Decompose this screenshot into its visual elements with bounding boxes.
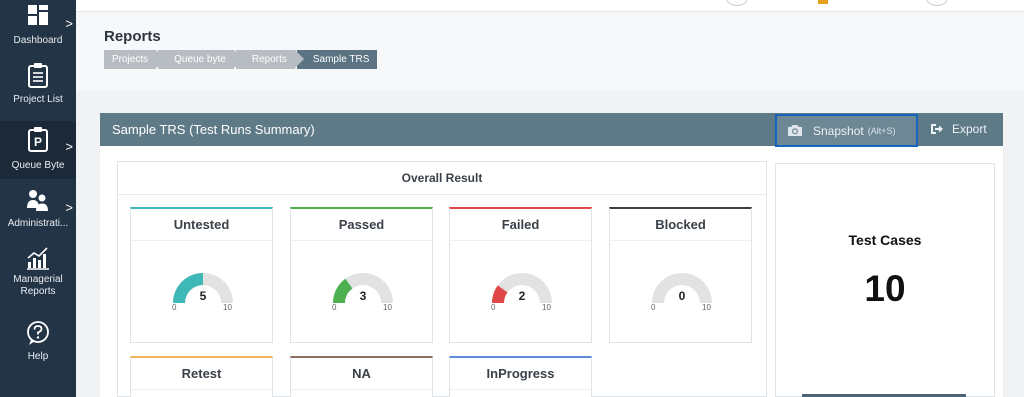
gauge-max-label: 10 (223, 303, 232, 312)
sidebar-item-managerial-reports[interactable]: Managerial Reports (0, 246, 76, 306)
sidebar-item-help[interactable]: Help (0, 320, 76, 366)
chevron-right-icon: > (65, 139, 73, 154)
status-card-na: NA (290, 356, 433, 397)
sidebar-item-dashboard[interactable]: > Dashboard (0, 4, 76, 56)
status-card-retest: Retest (130, 356, 273, 397)
status-card-title: Blocked (610, 209, 751, 241)
chevron-right-icon: > (65, 200, 73, 215)
status-card-title: NA (291, 358, 432, 390)
panel-header: Sample TRS (Test Runs Summary) Snapshot … (100, 113, 1003, 147)
gauge-untested: 5 0 10 (167, 267, 239, 313)
gauge-max-label: 10 (542, 303, 551, 312)
gauge-min-label: 0 (651, 303, 656, 312)
panel-title: Sample TRS (Test Runs Summary) (112, 122, 315, 137)
test-cases-card: Test Cases 10 (775, 163, 995, 397)
sidebar-item-label: Administrati... (7, 218, 69, 229)
admin-users-icon (27, 190, 48, 211)
snapshot-label: Snapshot (813, 123, 864, 138)
clipboard-icon (28, 63, 48, 88)
gauge-max-label: 10 (702, 303, 711, 312)
breadcrumb-reports[interactable]: Reports (235, 50, 304, 69)
gauge-min-label: 0 (172, 303, 177, 312)
status-card-blocked: Blocked 0 0 10 (609, 207, 752, 343)
sidebar-item-project-list[interactable]: Project List (0, 62, 76, 112)
gauge-value: 3 (359, 289, 367, 303)
gauge-value: 2 (518, 289, 526, 303)
help-icon (27, 321, 49, 345)
status-card-title: InProgress (450, 358, 591, 390)
settings-icon[interactable] (926, 0, 948, 6)
status-card-failed: Failed 2 0 10 (449, 207, 592, 343)
status-card-title: Retest (131, 358, 272, 390)
gauge-failed: 2 0 10 (486, 267, 558, 313)
snapshot-shortcut: (Alt+S) (867, 125, 896, 136)
test-cases-label: Test Cases (848, 232, 922, 248)
svg-text:P: P (34, 135, 42, 149)
queue-byte-icon: P (28, 127, 48, 152)
status-card-passed: Passed 3 0 10 (290, 207, 433, 343)
report-panel: Sample TRS (Test Runs Summary) Snapshot … (100, 113, 1003, 397)
gauge-max-label: 10 (383, 303, 392, 312)
bar-chart-icon (27, 247, 49, 270)
status-card-inprogress: InProgress (449, 356, 592, 397)
page-title: Reports (104, 28, 161, 45)
sidebar-item-administration[interactable]: > Administrati... (0, 188, 76, 238)
breadcrumb-queue-byte[interactable]: Queue byte (158, 50, 243, 69)
sidebar-item-queue-byte[interactable]: P > Queue Byte (0, 121, 76, 179)
camera-icon (788, 125, 802, 136)
breadcrumb-projects[interactable]: Projects (104, 50, 166, 69)
sidebar-item-label: Managerial Reports (13, 274, 63, 297)
overall-result-title: Overall Result (118, 162, 766, 195)
status-card-title: Untested (131, 209, 272, 241)
gauge-min-label: 0 (332, 303, 337, 312)
chevron-right-icon: > (65, 16, 73, 31)
user-avatar-icon[interactable] (726, 0, 748, 6)
sidebar-item-label: Help (27, 351, 49, 362)
overall-result-card: Overall Result Untested 5 0 10 Passed 3 … (117, 161, 767, 397)
gauge-blocked: 0 0 10 (646, 267, 718, 313)
snapshot-button[interactable]: Snapshot (Alt+S) (775, 114, 918, 147)
sidebar-item-label: Dashboard (13, 35, 63, 46)
test-cases-count: 10 (864, 268, 906, 309)
gauge-min-label: 0 (491, 303, 496, 312)
breadcrumb-current: Sample TRS (296, 50, 378, 69)
notification-icon[interactable] (818, 0, 828, 4)
export-icon (931, 124, 943, 134)
breadcrumb: Projects Queue byte Reports Sample TRS (104, 50, 379, 69)
gauge-passed: 3 0 10 (327, 267, 399, 313)
gauge-value: 5 (199, 289, 207, 303)
status-card-title: Passed (291, 209, 432, 241)
sidebar: > Dashboard Project List P > Queue Byte … (0, 0, 76, 397)
gauge-value: 0 (678, 289, 686, 303)
top-header (76, 0, 1024, 12)
status-card-title: Failed (450, 209, 591, 241)
dashboard-icon (28, 5, 48, 25)
export-label: Export (952, 122, 987, 136)
sidebar-item-label: Project List (13, 94, 63, 105)
status-card-untested: Untested 5 0 10 (130, 207, 273, 343)
page-header: Reports Projects Queue byte Reports Samp… (76, 12, 1024, 90)
export-button[interactable]: Export (930, 122, 987, 136)
sidebar-item-label: Queue Byte (11, 160, 65, 171)
